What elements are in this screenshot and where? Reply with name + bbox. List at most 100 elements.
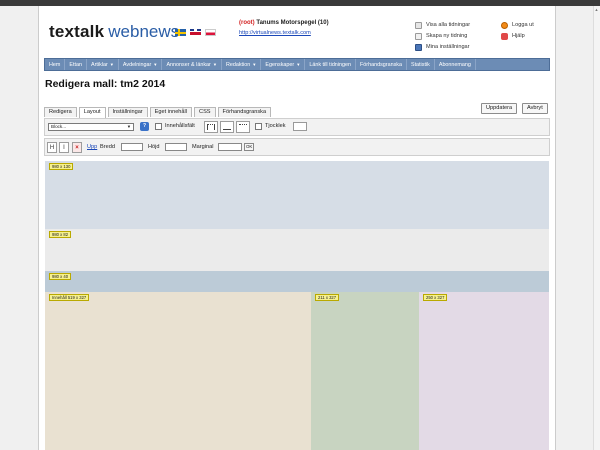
layout-block-row2[interactable]: 980 x 82 — [45, 229, 549, 271]
main-navigation: Hem Ettan Artiklar ▼ Avdelningar ▼ Annonse… — [44, 58, 550, 71]
user-settings-icon — [415, 43, 422, 51]
show-all-papers-label: Visa alla tidningar — [426, 22, 471, 28]
site-name: Tanums Motorspegel (10) — [256, 20, 329, 26]
tab-redigera[interactable]: Redigera — [44, 107, 77, 117]
update-button[interactable]: Uppdatera — [481, 103, 518, 114]
layout-toolbar-primary: Block... ▼ ? Innehållsfält Tjocklek — [44, 118, 550, 136]
nav-item-abonnemang[interactable]: Abonnemang — [435, 59, 476, 70]
block-size-badge: 980 x 82 — [49, 231, 72, 238]
delete-block-icon[interactable]: × — [72, 142, 82, 153]
logo-bold-text: textalk — [49, 22, 105, 41]
chevron-down-icon: ▼ — [109, 62, 114, 67]
block-size-badge: Innehåll 519 x 327 — [49, 294, 90, 301]
move-up-link[interactable]: Upp — [87, 144, 97, 150]
nav-item-lank[interactable]: Länk till tidningen — [305, 59, 357, 70]
page-container: textalk webnews (root) Tanums Motorspegel… — [38, 6, 556, 450]
thickness-label: Tjocklek — [265, 123, 286, 129]
site-info: (root) Tanums Motorspegel (10) http://vi… — [239, 20, 379, 36]
logout-label: Logga ut — [512, 22, 534, 28]
content-field-checkbox[interactable] — [155, 123, 162, 130]
block-size-badge: 980 x 40 — [49, 273, 72, 280]
nav-item-egenskaper[interactable]: Egenskaper ▼ — [261, 59, 306, 70]
nav-item-forhandsgranska[interactable]: Förhandsgranska — [356, 59, 407, 70]
layout-block-content[interactable]: Innehåll 519 x 327 — [45, 292, 311, 450]
tab-css[interactable]: CSS — [194, 107, 216, 117]
nav-item-artiklar[interactable]: Artiklar ▼ — [87, 59, 119, 70]
help-icon — [501, 32, 508, 40]
show-all-papers-link[interactable]: Visa alla tidningar — [415, 20, 505, 30]
logout-link[interactable]: Logga ut — [501, 20, 553, 30]
thickness-checkbox[interactable] — [255, 123, 262, 130]
swedish-flag-icon[interactable] — [175, 29, 186, 36]
root-label: (root) — [239, 20, 255, 26]
block-select[interactable]: Block... ▼ — [48, 123, 134, 131]
height-input[interactable] — [165, 143, 187, 151]
chevron-down-icon: ▼ — [126, 124, 131, 129]
textalk-logo[interactable]: textalk webnews — [49, 23, 179, 41]
scroll-up-arrow-icon[interactable]: ▲ — [594, 8, 599, 12]
border-all-icon[interactable] — [204, 121, 218, 133]
nav-item-ettan[interactable]: Ettan — [65, 59, 87, 70]
nav-label: Redaktion — [225, 61, 251, 68]
nav-item-annonser[interactable]: Annonser & länkar ▼ — [162, 59, 222, 70]
my-settings-link[interactable]: Mina inställningar — [415, 42, 505, 52]
cancel-button[interactable]: Avbryt — [522, 103, 548, 114]
page-title: Redigera mall: tm2 2014 — [45, 78, 166, 90]
create-paper-link[interactable]: Skapa ny tidning — [415, 31, 505, 41]
split-horizontal-icon[interactable]: H — [47, 142, 57, 153]
help-link[interactable]: Hjälp — [501, 31, 553, 41]
nav-item-avdelningar[interactable]: Avdelningar ▼ — [119, 59, 163, 70]
ok-button[interactable]: OK — [244, 143, 255, 151]
editor-tabs: Redigera Layout Inställningar Eget inneh… — [44, 107, 273, 118]
nav-label: Annonser & länkar — [166, 61, 211, 68]
help-button-icon[interactable]: ? — [140, 122, 149, 131]
logo-light-text: webnews — [108, 22, 180, 41]
tab-eget-innehall[interactable]: Eget innehåll — [149, 107, 193, 117]
height-label: Höjd — [148, 144, 160, 150]
nav-label: Ettan — [69, 61, 82, 68]
vertical-scrollbar[interactable] — [593, 6, 600, 450]
my-settings-label: Mina inställningar — [426, 44, 470, 50]
nav-item-redaktion[interactable]: Redaktion ▼ — [222, 59, 262, 70]
nav-label: Avdelningar — [122, 61, 152, 68]
account-links: Logga ut Hjälp — [501, 20, 553, 42]
nav-item-statistik[interactable]: Statistik — [407, 59, 435, 70]
nav-item-hem[interactable]: Hem — [45, 59, 66, 70]
list-icon — [415, 21, 422, 29]
new-document-icon — [415, 32, 422, 40]
layout-block-middle-column[interactable]: 211 x 327 — [311, 292, 419, 450]
layout-block-row3[interactable]: 980 x 40 — [45, 271, 549, 292]
left-gutter — [0, 6, 38, 450]
chevron-down-icon: ▼ — [296, 62, 301, 67]
quick-links: Visa alla tidningar Skapa ny tidning Min… — [415, 20, 505, 53]
nav-label: Artiklar — [90, 61, 108, 68]
border-bottom-icon[interactable] — [220, 121, 234, 133]
layout-toolbar-secondary: H I × Upp Bredd Höjd Marginal OK — [44, 138, 550, 156]
layout-block-right-column[interactable]: 250 x 327 — [419, 292, 549, 450]
nav-label: Hem — [49, 61, 61, 68]
border-color-swatch[interactable] — [293, 122, 307, 131]
polish-flag-icon[interactable] — [205, 29, 216, 36]
chevron-down-icon: ▼ — [212, 62, 217, 67]
create-paper-label: Skapa ny tidning — [426, 33, 468, 39]
block-size-badge: 980 x 130 — [49, 163, 74, 170]
border-top-icon[interactable] — [236, 121, 250, 133]
width-input[interactable] — [121, 143, 143, 151]
tab-installningar[interactable]: Inställningar — [107, 107, 148, 117]
chevron-down-icon: ▼ — [252, 62, 257, 67]
english-flag-icon[interactable] — [190, 29, 201, 36]
margin-input[interactable] — [218, 143, 242, 151]
block-size-badge: 211 x 327 — [315, 294, 340, 301]
logout-icon — [501, 21, 508, 29]
tab-layout[interactable]: Layout — [78, 107, 106, 118]
tab-forhandsgranska[interactable]: Förhandsgranska — [217, 107, 272, 117]
layout-block-row1[interactable]: 980 x 130 — [45, 161, 549, 229]
margin-label: Marginal — [192, 144, 214, 150]
center-align-icon[interactable]: I — [59, 142, 69, 153]
width-label: Bredd — [100, 144, 115, 150]
help-label: Hjälp — [512, 33, 525, 39]
site-url-link[interactable]: http://virtualnews.textalk.com — [239, 30, 379, 36]
nav-label: Länk till tidningen — [309, 61, 352, 68]
language-flags — [175, 29, 216, 36]
site-title-line: (root) Tanums Motorspegel (10) — [239, 20, 379, 26]
